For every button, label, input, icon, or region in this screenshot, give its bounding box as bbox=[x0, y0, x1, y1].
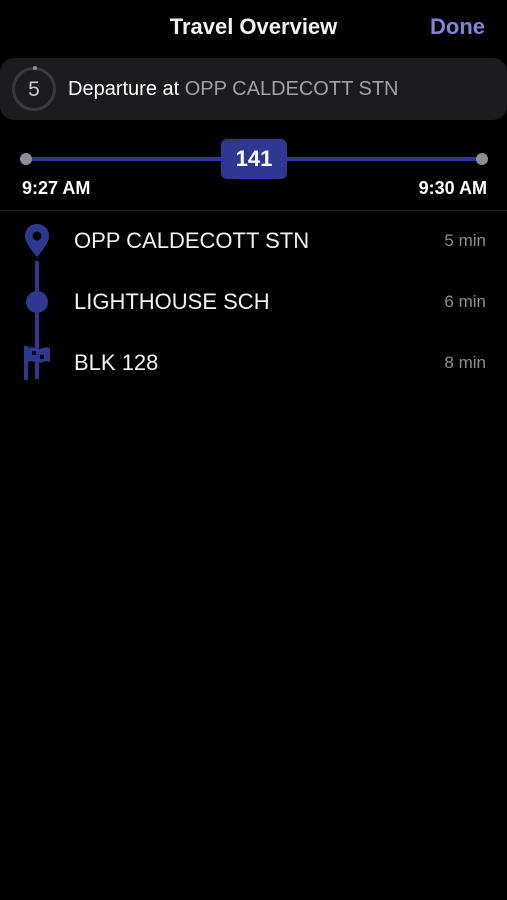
stop-row-lighthouse-sch[interactable]: LIGHTHOUSE SCH 6 min bbox=[0, 272, 507, 332]
start-time: 9:27 AM bbox=[22, 178, 91, 198]
location-pin-icon bbox=[22, 222, 52, 260]
countdown-ring: 5 bbox=[12, 66, 56, 111]
stop-name: LIGHTHOUSE SCH bbox=[74, 289, 270, 314]
departure-banner: 5 Departure at OPP CALDECOTT STN bbox=[0, 58, 507, 120]
stop-eta: 8 min bbox=[444, 353, 486, 372]
stop-name: OPP CALDECOTT STN bbox=[74, 228, 310, 253]
stop-name: BLK 128 bbox=[74, 350, 159, 375]
end-time: 9:30 AM bbox=[418, 178, 487, 198]
header: Travel Overview Done bbox=[0, 0, 507, 56]
trip-timeline: 141 9:27 AM 9:30 AM bbox=[0, 130, 507, 210]
stop-eta: 6 min bbox=[444, 292, 486, 311]
departure-prefix: Departure at bbox=[68, 78, 180, 100]
timeline-end-dot bbox=[476, 153, 488, 165]
stop-eta: 5 min bbox=[444, 231, 486, 250]
travel-overview-screen: Travel Overview Done 5 Departure at OPP … bbox=[0, 0, 507, 900]
countdown-indicator-dot bbox=[33, 66, 37, 70]
done-button[interactable]: Done bbox=[430, 14, 485, 40]
bus-number-badge[interactable]: 141 bbox=[221, 139, 287, 179]
stop-row-opp-caldecott-stn[interactable]: OPP CALDECOTT STN 5 min bbox=[0, 211, 507, 271]
destination-flag-icon bbox=[22, 344, 52, 382]
departure-stop: OPP CALDECOTT STN bbox=[184, 78, 399, 100]
timeline-start-dot bbox=[20, 153, 32, 165]
countdown-number: 5 bbox=[28, 78, 40, 101]
stop-row-blk-128[interactable]: BLK 128 8 min bbox=[0, 333, 507, 393]
stop-dot-icon bbox=[22, 283, 52, 321]
departure-text: Departure at OPP CALDECOTT STN bbox=[68, 78, 398, 101]
